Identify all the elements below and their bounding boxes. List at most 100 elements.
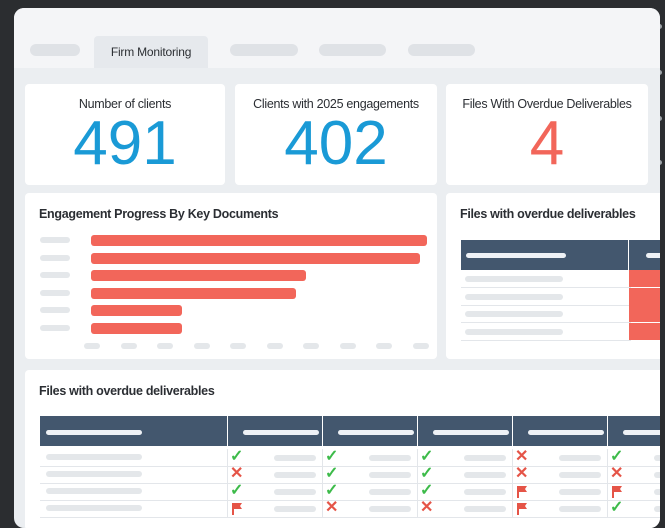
dashboard-window: Firm Monitoring Number of clients 491 Cl… [14,8,660,528]
cell-placeholder [369,489,411,495]
category-label-placeholder [40,289,70,296]
cell-placeholder [465,276,563,282]
row-divider [461,304,631,306]
category-label-placeholder [40,272,70,279]
column-divider [227,500,228,517]
column-divider [417,449,418,466]
category-label-placeholder [40,254,70,261]
overdue-indicator [629,305,660,322]
cell-placeholder [654,506,660,512]
card-title: Files with overdue deliverables [39,384,215,398]
check-icon: ✓ [230,448,244,465]
axis-tick-placeholder [303,343,319,349]
tab-placeholder[interactable] [30,44,80,56]
cell-placeholder [464,506,506,512]
kpi-card-overdue: Files With Overdue Deliverables 4 [446,84,648,185]
cell-placeholder [274,455,316,461]
progress-bar[interactable] [91,323,182,334]
check-icon: ✓ [325,448,339,465]
cell-placeholder [654,455,660,461]
cell-placeholder [369,455,411,461]
category-label-placeholder [40,237,70,243]
column-divider [227,449,228,466]
flag-icon [232,502,242,515]
table-row[interactable]: ✕ ✕ ✓ [40,500,660,517]
column-divider [607,500,608,517]
column-divider [417,466,418,483]
cell-placeholder [654,472,660,478]
cell-placeholder [559,472,601,478]
chart-title: Engagement Progress By Key Documents [39,207,279,221]
table-row[interactable]: ✕ ✓ ✓ ✕ ✕ [40,466,660,483]
cell-placeholder [559,489,601,495]
row-divider [40,517,660,518]
axis-tick-placeholder [339,343,356,349]
table-header [461,240,660,270]
cell-placeholder [559,455,601,461]
axis-tick-placeholder [84,343,100,349]
cell-placeholder [464,455,506,461]
kpi-value: 402 [284,109,388,178]
column-divider [512,483,513,500]
column-divider [607,466,608,483]
check-icon: ✓ [420,465,434,482]
x-icon: ✕ [515,465,529,482]
row-divider [461,339,631,341]
x-icon: ✕ [420,499,434,516]
cell-placeholder [369,506,411,512]
tab-placeholder[interactable] [319,44,386,56]
column-divider [607,449,608,466]
cell-placeholder [46,471,142,477]
cell-placeholder [465,293,563,300]
progress-bar[interactable] [91,252,421,264]
x-icon: ✕ [610,465,624,482]
x-icon: ✕ [515,448,529,465]
check-icon: ✓ [325,482,339,499]
tab-placeholder[interactable] [408,44,475,56]
progress-bar[interactable] [91,305,182,317]
column-divider [322,483,323,500]
table-row[interactable]: ✓ ✓ ✓ [40,483,660,500]
tab-placeholder[interactable] [230,44,298,56]
flag-icon [517,485,527,498]
column-divider [322,449,323,466]
engagement-progress-card: Engagement Progress By Key Documents [25,193,437,359]
column-divider [512,500,513,517]
cell-placeholder [559,506,601,512]
progress-bar[interactable] [91,235,427,246]
cell-placeholder [465,328,563,335]
check-icon: ✓ [420,482,434,499]
kpi-value: 4 [529,109,565,178]
progress-bar[interactable] [91,287,296,299]
axis-tick-placeholder [266,343,283,349]
table-row[interactable]: ✓ ✓ ✓ ✕ ✓ [40,449,660,466]
overdue-indicator [629,270,660,287]
kpi-card-clients: Number of clients 491 [25,84,225,185]
cell-placeholder [274,489,316,495]
category-label-placeholder [40,307,70,314]
axis-tick-placeholder [120,343,137,349]
cell-placeholder [464,472,506,478]
table-header [40,416,660,446]
card-title: Files with overdue deliverables [460,207,636,221]
cell-placeholder [274,506,316,512]
cell-placeholder [465,311,563,317]
row-divider [461,322,631,323]
cell-placeholder [46,454,142,460]
overdue-indicator [629,322,660,340]
column-divider [322,500,323,517]
cell-placeholder [464,489,506,495]
check-icon: ✓ [325,465,339,482]
column-divider [607,483,608,500]
x-icon: ✕ [325,499,339,516]
tab-firm-monitoring[interactable]: Firm Monitoring [94,36,208,68]
check-icon: ✓ [610,499,624,516]
progress-bar[interactable] [91,270,307,282]
category-label-placeholder [40,325,70,331]
cell-placeholder [369,472,411,478]
kpi-value: 491 [73,109,177,178]
kpi-card-engagements: Clients with 2025 engagements 402 [235,84,437,185]
check-icon: ✓ [610,448,624,465]
overdue-table-card: Files with overdue deliverables ✓ ✓ ✓ ✕ ✓ ✕ ✓ ✓… [25,370,660,528]
row-divider [461,287,631,288]
